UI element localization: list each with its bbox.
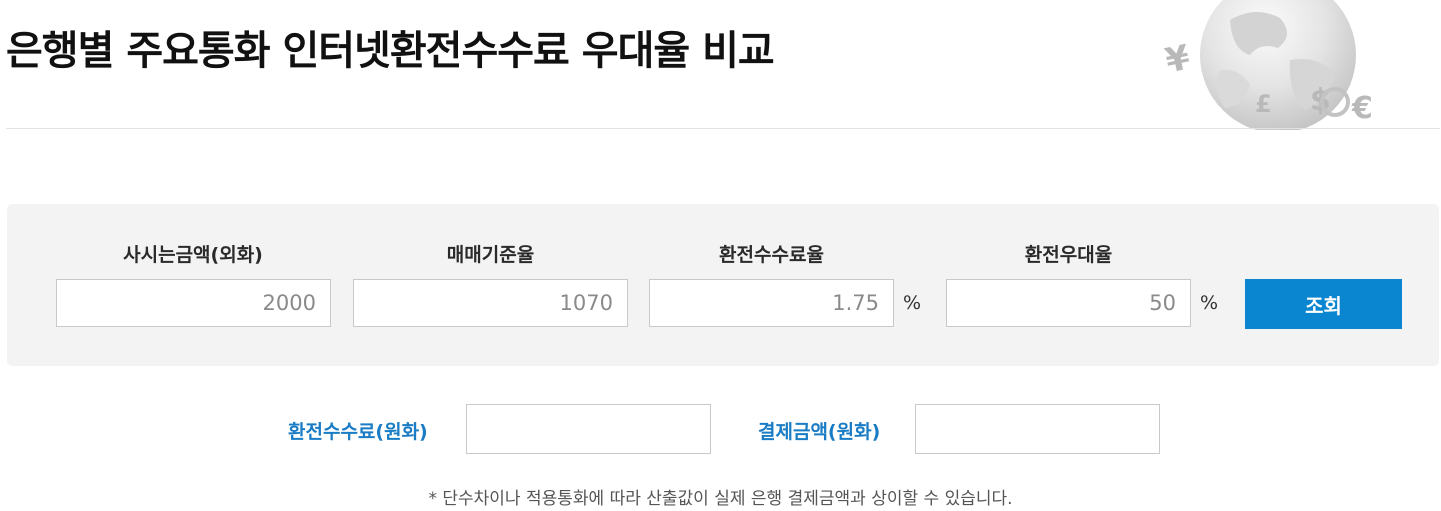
base-rate-input[interactable]	[353, 279, 628, 327]
fee-krw-label: 환전수수료(원화)	[288, 421, 428, 443]
fee-krw-output[interactable]	[466, 404, 711, 454]
amount-label: 사시는금액(외화)	[123, 244, 263, 266]
calculator-panel: 사시는금액(외화) 매매기준율 환전수수료율 % 환전우대율 % 조회	[7, 204, 1439, 366]
discount-rate-unit: %	[1200, 292, 1219, 314]
fee-rate-label: 환전수수료율	[719, 244, 824, 266]
svg-text:¥: ¥	[1162, 37, 1194, 81]
footnote: * 단수차이나 적용통화에 따라 산출값이 실제 은행 결제금액과 상이할 수 …	[428, 489, 1013, 509]
header-divider	[6, 128, 1440, 129]
fee-rate-unit: %	[903, 292, 922, 314]
payment-krw-label: 결제금액(원화)	[758, 421, 881, 443]
svg-text:€: €	[1351, 91, 1373, 126]
svg-text:£: £	[1255, 90, 1272, 118]
amount-input[interactable]	[56, 279, 331, 327]
fee-rate-input[interactable]	[649, 279, 894, 327]
base-rate-label: 매매기준율	[446, 244, 535, 266]
discount-rate-label: 환전우대율	[1024, 244, 1113, 266]
globe-currency-icon: ¥ $ € £	[1162, 0, 1373, 130]
discount-rate-input[interactable]	[946, 279, 1191, 327]
page-header: 은행별 주요통화 인터넷환전수수료 우대율 비교 ¥ $ € £	[0, 0, 1441, 130]
query-button[interactable]: 조회	[1245, 279, 1402, 329]
page-title: 은행별 주요통화 인터넷환전수수료 우대율 비교	[6, 28, 775, 74]
payment-krw-output[interactable]	[915, 404, 1160, 454]
